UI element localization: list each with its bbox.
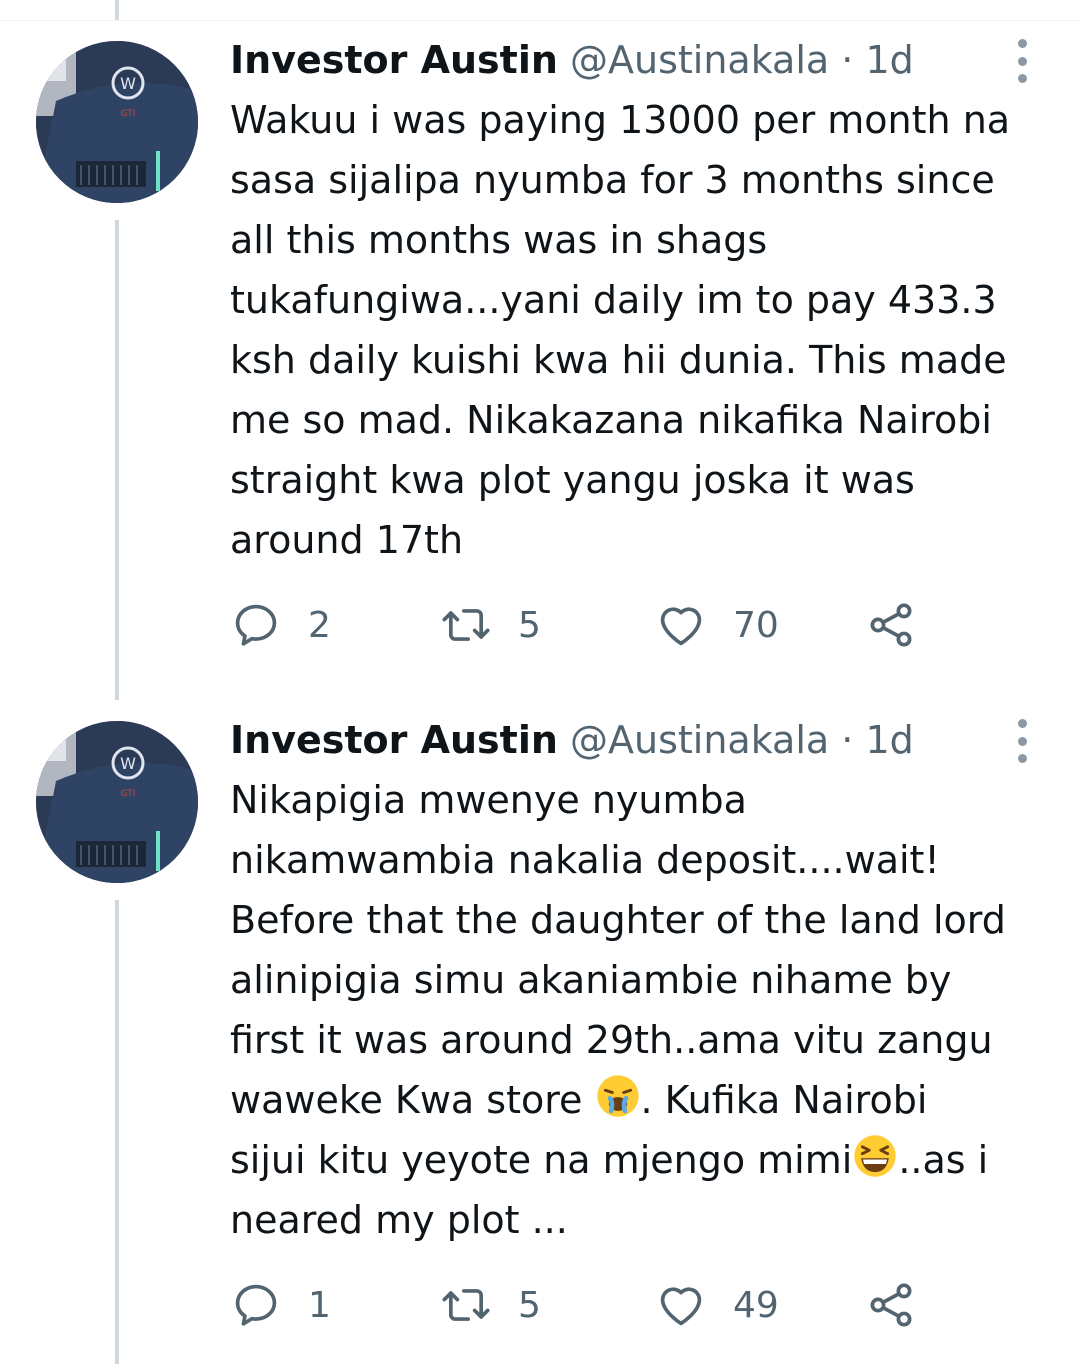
svg-text:W: W	[120, 754, 136, 773]
thread-line	[115, 220, 119, 700]
tweet-actions: 1 5 49	[230, 1275, 950, 1335]
share-button[interactable]	[865, 595, 917, 655]
share-icon	[870, 603, 912, 647]
top-divider	[0, 20, 1080, 21]
author-handle[interactable]: @Austinakala	[570, 38, 829, 82]
avatar[interactable]: W GTI	[36, 41, 198, 203]
reply-button[interactable]: 1	[230, 1275, 331, 1335]
svg-text:GTI: GTI	[121, 789, 136, 799]
more-options-icon[interactable]	[1012, 719, 1032, 763]
author-handle[interactable]: @Austinakala	[570, 718, 829, 762]
reply-count: 1	[308, 1284, 331, 1326]
retweet-count: 5	[518, 604, 541, 646]
avatar[interactable]: W GTI	[36, 721, 198, 883]
separator-dot: ·	[841, 718, 854, 762]
tweet[interactable]: W GTI Investor Austin @Austinakala · 1d …	[0, 30, 1080, 700]
reply-icon	[235, 604, 277, 646]
grinning-squinting-face-emoji	[854, 1135, 897, 1177]
reply-button[interactable]: 2	[230, 595, 331, 655]
tweet-header: Investor Austin @Austinakala · 1d	[230, 30, 914, 90]
reply-icon	[235, 1284, 277, 1326]
heart-icon	[660, 607, 702, 646]
author-name[interactable]: Investor Austin	[230, 38, 558, 82]
reply-count: 2	[308, 604, 331, 646]
tweet-header: Investor Austin @Austinakala · 1d	[230, 710, 914, 770]
thread-line	[115, 0, 119, 20]
share-button[interactable]	[865, 1275, 917, 1335]
tweet-actions: 2 5 70	[230, 595, 950, 655]
share-icon	[870, 1283, 912, 1327]
retweet-icon	[442, 609, 490, 641]
like-button[interactable]: 70	[655, 595, 779, 655]
thread-line	[115, 900, 119, 1364]
retweet-button[interactable]: 5	[440, 595, 541, 655]
avatar-image: W GTI	[36, 721, 198, 883]
like-button[interactable]: 49	[655, 1275, 779, 1335]
tweet[interactable]: W GTI Investor Austin @Austinakala · 1d …	[0, 710, 1080, 1364]
author-name[interactable]: Investor Austin	[230, 718, 558, 762]
avatar-image: W GTI	[36, 41, 198, 203]
retweet-button[interactable]: 5	[440, 1275, 541, 1335]
heart-icon	[660, 1287, 702, 1326]
separator-dot: ·	[841, 38, 854, 82]
crying-face-emoji	[596, 1075, 639, 1117]
tweet-text: Wakuu i was paying 13000 per month na sa…	[230, 98, 1011, 562]
svg-text:W: W	[120, 74, 136, 93]
svg-text:GTI: GTI	[121, 109, 136, 119]
tweet-time[interactable]: 1d	[865, 718, 913, 762]
more-options-icon[interactable]	[1012, 39, 1032, 83]
like-count: 49	[733, 1284, 779, 1326]
retweet-icon	[442, 1289, 490, 1321]
tweet-time[interactable]: 1d	[865, 38, 913, 82]
like-count: 70	[733, 604, 779, 646]
tweet-text-part: Nikapigia mwenye nyumba nikamwambia naka…	[230, 778, 1006, 1122]
retweet-count: 5	[518, 1284, 541, 1326]
tweet-text: Nikapigia mwenye nyumba nikamwambia naka…	[230, 770, 1060, 1250]
